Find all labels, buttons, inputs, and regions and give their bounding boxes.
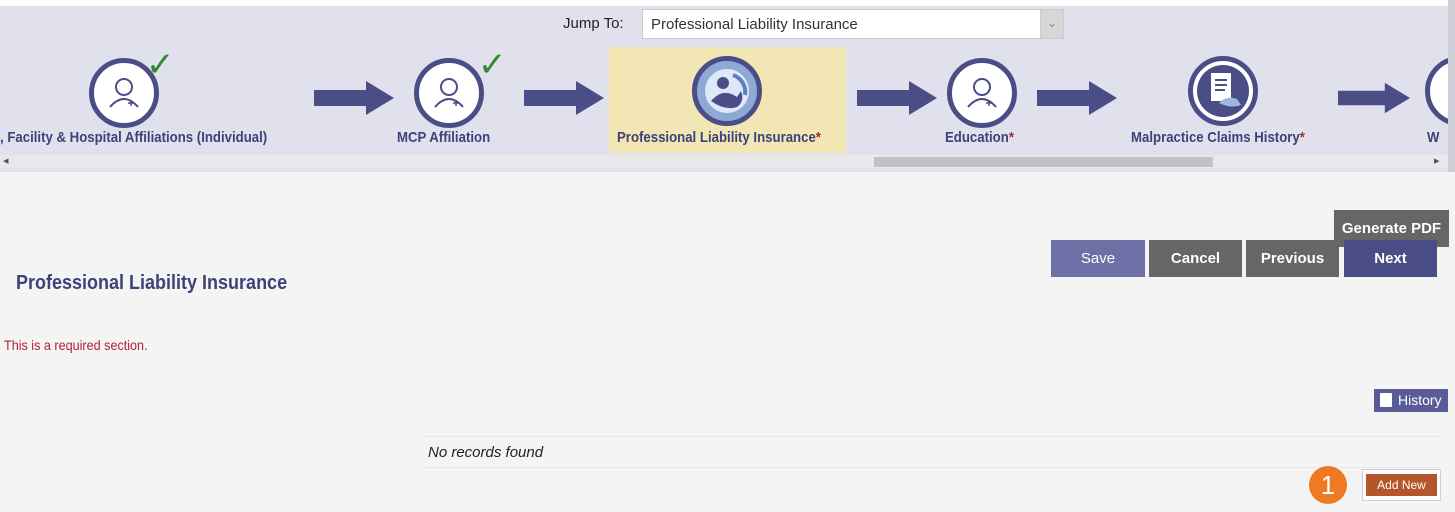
- step-label-partial[interactable]: W: [1427, 129, 1439, 146]
- step-label-education[interactable]: Education*: [945, 129, 1014, 146]
- history-label: History: [1398, 392, 1442, 408]
- empty-message: No records found: [428, 444, 544, 461]
- insurance-icon[interactable]: [692, 56, 762, 126]
- arrow-right-icon: [314, 81, 394, 115]
- jump-to-select[interactable]: Professional Liability Insurance ⌄: [642, 9, 1064, 39]
- save-button[interactable]: Save: [1051, 240, 1145, 277]
- arrow-right-icon: [1037, 81, 1117, 115]
- arrow-right-icon: [1338, 82, 1410, 114]
- scroll-right-icon[interactable]: ▸: [1434, 154, 1440, 167]
- horizontal-scrollbar[interactable]: [0, 155, 1448, 168]
- step-label-malpractice-claims-history[interactable]: Malpractice Claims History*: [1131, 129, 1305, 146]
- book-icon: [1380, 393, 1392, 407]
- provider-icon[interactable]: [414, 58, 484, 128]
- check-icon: ✓: [146, 46, 175, 84]
- scroll-left-icon[interactable]: ◂: [3, 154, 9, 167]
- cancel-button[interactable]: Cancel: [1149, 240, 1242, 277]
- chevron-down-icon[interactable]: ⌄: [1040, 10, 1063, 38]
- next-button[interactable]: Next: [1344, 240, 1437, 277]
- scrollbar-thumb[interactable]: [874, 157, 1213, 167]
- step-label-mcp-affiliation[interactable]: MCP Affiliation: [397, 129, 490, 146]
- step-number-badge: 1: [1309, 466, 1347, 504]
- previous-button[interactable]: Previous: [1246, 240, 1339, 277]
- arrow-right-icon: [857, 81, 937, 115]
- history-button[interactable]: History: [1374, 389, 1448, 412]
- vertical-scrollbar[interactable]: [1448, 0, 1455, 172]
- jump-to-selected-value: Professional Liability Insurance: [651, 16, 858, 33]
- check-icon: ✓: [478, 46, 507, 84]
- partial-step-icon[interactable]: [1425, 56, 1448, 126]
- required-section-message: This is a required section.: [4, 337, 148, 353]
- step-label-facility-affiliations[interactable]: , Facility & Hospital Affiliations (Indi…: [0, 129, 267, 146]
- step-label-professional-liability-insurance[interactable]: Professional Liability Insurance*: [617, 129, 821, 146]
- provider-icon[interactable]: [947, 58, 1017, 128]
- handshake-document-icon[interactable]: [1188, 56, 1258, 126]
- arrow-right-icon: [524, 81, 604, 115]
- page-title: Professional Liability Insurance: [16, 272, 288, 294]
- add-new-container: Add New: [1362, 469, 1441, 501]
- add-new-button[interactable]: Add New: [1366, 474, 1437, 496]
- records-table: No records found: [420, 436, 1440, 468]
- jump-to-label: Jump To:: [563, 15, 624, 32]
